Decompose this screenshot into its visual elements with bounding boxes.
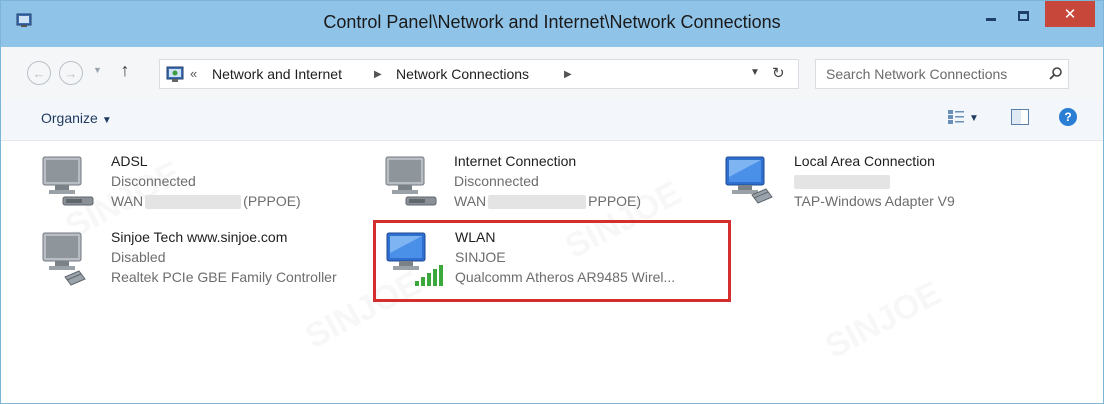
connection-device: WAN (PPPOE): [111, 193, 301, 210]
address-dropdown-icon[interactable]: ▼: [750, 67, 760, 78]
maximize-icon: [1017, 11, 1029, 21]
command-bar: Organize ▼ ▼ ?: [1, 99, 1103, 141]
search-icon[interactable]: [1048, 66, 1064, 82]
close-icon: ✕: [1063, 6, 1077, 23]
connection-local-area-connection[interactable]: Local Area Connection TAP-Windows Adapte…: [724, 153, 1064, 225]
connection-name: Internet Connection: [454, 153, 577, 169]
connection-status: Disabled: [111, 249, 166, 265]
chevron-down-icon: ▼: [101, 115, 112, 126]
connection-status: [794, 173, 892, 190]
title-bar[interactable]: Control Panel\Network and Internet\Netwo…: [1, 1, 1103, 47]
maximize-button[interactable]: [1006, 1, 1040, 31]
breadcrumb-separator-icon[interactable]: ▶: [374, 69, 382, 80]
recent-locations-dropdown[interactable]: ▼: [93, 65, 102, 75]
connection-name: Local Area Connection: [794, 153, 935, 169]
up-button[interactable]: ↑: [115, 60, 135, 84]
connection-device: Realtek PCIe GBE Family Controller: [111, 269, 337, 285]
breadcrumb-network-and-internet[interactable]: Network and Internet: [212, 66, 342, 82]
connection-device: WAN PPPOE): [454, 193, 642, 210]
connection-device: TAP-Windows Adapter V9: [794, 193, 955, 209]
connection-status: Disconnected: [111, 173, 196, 189]
connection-name: ADSL: [111, 153, 148, 169]
ethernet-adapter-disabled-icon: [42, 232, 86, 286]
close-button[interactable]: ✕: [1045, 1, 1095, 27]
change-view-icon[interactable]: [947, 109, 965, 125]
redacted-text: [145, 195, 242, 210]
organize-label: Organize: [41, 110, 98, 126]
organize-menu[interactable]: Organize ▼: [41, 110, 112, 126]
window-title: Control Panel\Network and Internet\Netwo…: [323, 12, 781, 32]
connection-adsl[interactable]: ADSL Disconnected WAN (PPPOE): [41, 153, 341, 225]
forward-button[interactable]: →: [59, 61, 83, 85]
search-box[interactable]: [815, 59, 1069, 89]
overflow-chevron-icon[interactable]: «: [190, 66, 197, 81]
connections-list: SINJOE SINJOE SINJOE SINJOE ADSL Disconn…: [1, 141, 1103, 403]
ethernet-adapter-icon: [725, 156, 773, 204]
breadcrumb-separator-icon[interactable]: ▶: [564, 69, 572, 80]
search-input[interactable]: [826, 65, 1036, 83]
selection-highlight-box: [373, 220, 731, 302]
minimize-button[interactable]: [976, 1, 1006, 31]
breadcrumb-network-connections[interactable]: Network Connections: [396, 66, 529, 82]
minimize-icon: [986, 17, 996, 21]
dialup-connection-icon: [385, 156, 437, 206]
address-bar[interactable]: « Network and Internet ▶ Network Connect…: [159, 59, 799, 89]
control-panel-icon: [166, 66, 184, 82]
redacted-text: [794, 175, 890, 190]
connection-sinjoe-tech[interactable]: Sinjoe Tech www.sinjoe.com Disabled Real…: [41, 229, 371, 301]
address-row: ← → ▼ ↑ « Network and Internet ▶ Network…: [1, 47, 1103, 99]
connection-name: Sinjoe Tech www.sinjoe.com: [111, 229, 288, 245]
network-connections-window: Control Panel\Network and Internet\Netwo…: [0, 0, 1104, 404]
redacted-text: [488, 195, 587, 210]
connection-internet-connection[interactable]: Internet Connection Disconnected WAN PPPO…: [384, 153, 684, 225]
refresh-icon[interactable]: ↻: [772, 64, 785, 82]
connection-status: Disconnected: [454, 173, 539, 189]
help-icon[interactable]: ?: [1059, 108, 1077, 126]
chevron-down-icon: ▼: [93, 65, 102, 75]
arrow-up-icon: ↑: [120, 60, 130, 80]
watermark: SINJOE: [819, 274, 948, 367]
back-button[interactable]: ←: [27, 61, 51, 85]
arrow-right-icon: →: [64, 65, 78, 81]
view-options-dropdown-icon[interactable]: ▼: [969, 113, 979, 124]
preview-pane-icon[interactable]: [1011, 109, 1029, 125]
dialup-connection-icon: [42, 156, 94, 206]
arrow-left-icon: ←: [32, 65, 46, 81]
